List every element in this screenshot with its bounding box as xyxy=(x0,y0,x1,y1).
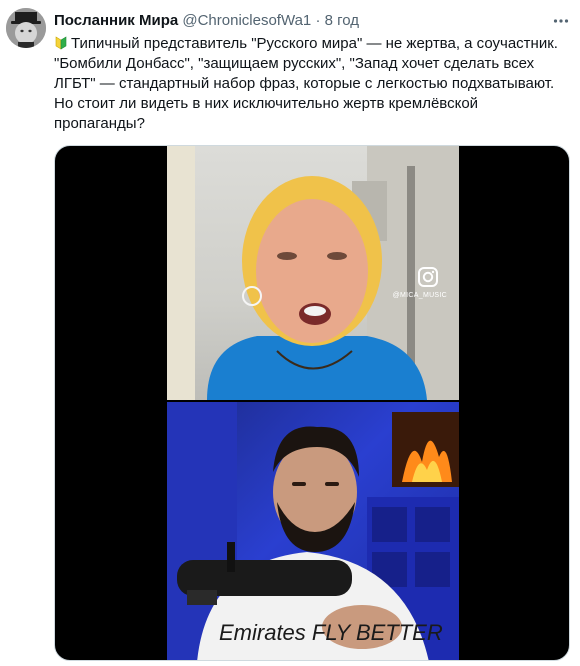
beginner-badge-icon xyxy=(55,36,67,50)
tweet-text-line-4: Но стоит ли видеть в них исключительно ж… xyxy=(54,95,479,112)
avatar-image xyxy=(6,8,46,48)
man-figure: Emirates FLY BETTER xyxy=(167,402,459,660)
shirt-logo-text: Emirates FLY BETTER xyxy=(219,620,443,645)
timestamp[interactable]: 8 год xyxy=(325,12,359,29)
video-frame-top: @MICA_MUSIC xyxy=(167,146,459,400)
author-handle[interactable]: @ChroniclesofWa1 xyxy=(182,12,311,29)
video-frame-bottom: Emirates FLY BETTER xyxy=(167,402,459,660)
tweet-text: Типичный представитель "Русского мира" —… xyxy=(54,34,570,134)
more-horizontal-icon xyxy=(553,19,569,23)
instagram-icon xyxy=(418,267,438,287)
separator-dot: · xyxy=(315,12,321,29)
tweet-text-line-5: пропаганды? xyxy=(54,115,145,132)
avatar[interactable] xyxy=(6,8,46,48)
tweet-header: Посланник Мира @ChroniclesofWa1 · 8 год xyxy=(54,11,359,31)
tweet-media-video[interactable]: @MICA_MUSIC Emirates FLY BETTER xyxy=(54,145,570,661)
tweet-text-line-3: ЛГБТ" — стандартный набор фраз, которые … xyxy=(54,75,555,92)
tweet-text-line-2: "Бомбили Донбасс", "защищаем русских", "… xyxy=(54,55,535,72)
author-name[interactable]: Посланник Мира xyxy=(54,12,178,29)
watermark-label: @MICA_MUSIC xyxy=(392,292,447,299)
tweet-text-line-1: Типичный представитель "Русского мира" —… xyxy=(54,34,570,54)
more-options-button[interactable] xyxy=(548,8,574,34)
woman-figure xyxy=(167,146,459,400)
